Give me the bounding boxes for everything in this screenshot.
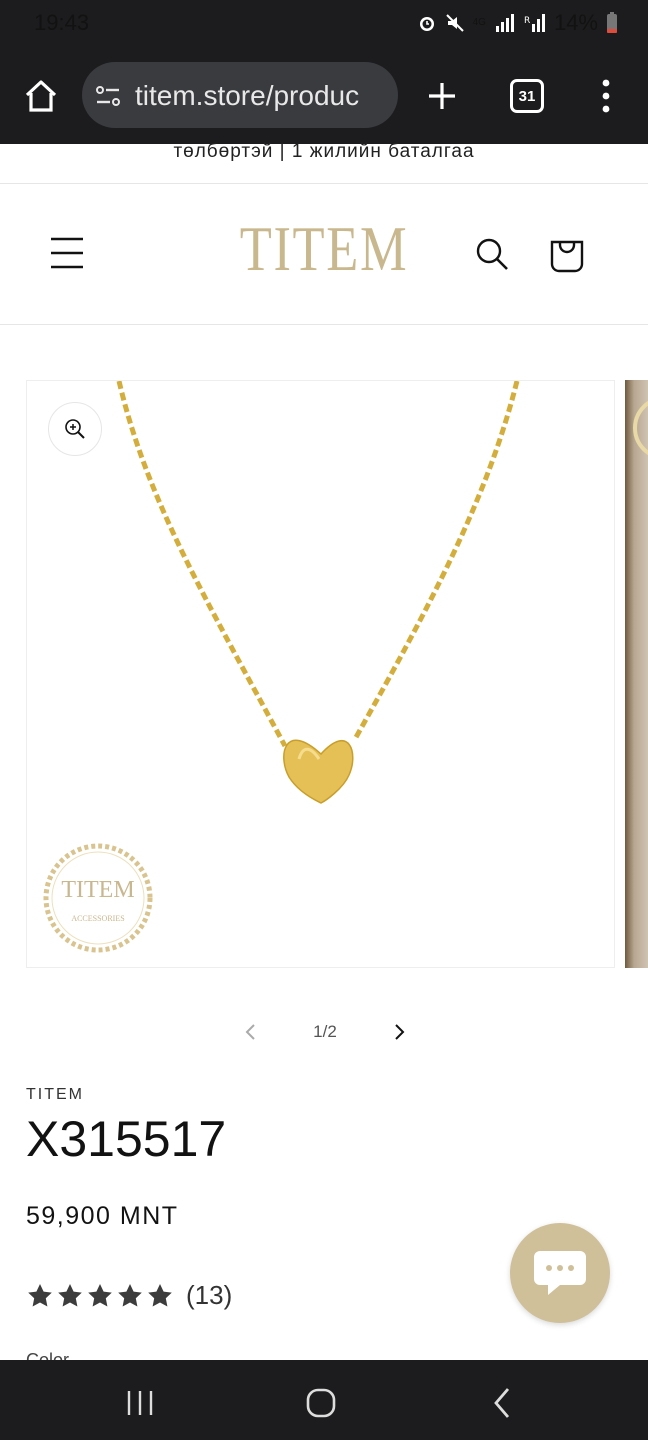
option-label: Color — [26, 1350, 70, 1360]
new-tab-button[interactable] — [424, 78, 460, 114]
recents-button[interactable] — [124, 1388, 156, 1418]
watermark-sub: ACCESSORIES — [71, 914, 124, 923]
announcement-text: төлбөртэй | 1 жилийн баталгаа — [173, 141, 475, 162]
watermark-brand: TITEM — [61, 877, 134, 903]
status-time: 19:43 — [34, 10, 90, 35]
previous-slide-button[interactable] — [230, 1023, 270, 1041]
signal-icon — [495, 14, 514, 32]
rating-stars-icon — [28, 1283, 172, 1306]
announcement-bar: төлбөртэй | 1 жилийн баталгаа — [0, 141, 648, 184]
rating-count: (13) — [186, 1280, 233, 1310]
signal-roaming-icon: R — [524, 14, 545, 32]
network-4g-icon: 4G — [472, 17, 486, 28]
back-chevron-icon — [494, 1388, 510, 1418]
browser-menu-button[interactable] — [596, 78, 616, 114]
product-title: X315517 — [26, 1111, 227, 1167]
tab-count: 31 — [518, 87, 536, 105]
next-slide-button[interactable] — [380, 1023, 420, 1041]
tab-switcher-button[interactable]: 31 — [510, 79, 544, 113]
svg-text:R: R — [524, 16, 530, 26]
announcement-divider — [0, 183, 648, 184]
necklace-image: TITEM ACCESSORIES — [43, 381, 520, 953]
next-image-watermark — [633, 400, 648, 456]
url-text[interactable]: titem.store/produc — [135, 80, 387, 112]
chevron-left-icon — [245, 1024, 255, 1040]
home-button[interactable] — [22, 78, 60, 114]
plus-icon — [429, 83, 455, 109]
recent-apps-icon — [127, 1391, 153, 1415]
home-circle-icon — [306, 1388, 336, 1418]
product-rating[interactable]: (13) — [26, 1280, 232, 1311]
next-image-preview[interactable] — [625, 380, 648, 968]
home-icon — [25, 80, 57, 112]
alarm-icon — [419, 17, 434, 31]
home-nav-button[interactable] — [304, 1386, 338, 1420]
search-icon — [476, 238, 508, 270]
mute-icon — [445, 14, 464, 32]
search-button[interactable] — [474, 236, 510, 272]
chat-bubble-icon — [534, 1251, 586, 1295]
back-nav-button[interactable] — [490, 1386, 516, 1420]
chevron-right-icon — [395, 1024, 405, 1040]
zoom-button[interactable] — [48, 402, 102, 456]
header-divider — [0, 324, 648, 325]
product-vendor: TITEM — [26, 1086, 84, 1103]
chat-button[interactable] — [510, 1223, 610, 1323]
cart-button[interactable] — [548, 234, 586, 274]
battery-icon — [607, 12, 617, 33]
status-icons: 4G R 14% — [417, 10, 618, 36]
slide-counter: 1/2 — [313, 1022, 337, 1041]
zoom-in-icon — [65, 419, 85, 439]
product-image[interactable]: TITEM ACCESSORIES — [26, 380, 615, 968]
more-vertical-icon — [602, 79, 610, 113]
cart-bag-icon — [550, 240, 584, 273]
site-settings-icon[interactable] — [94, 82, 122, 110]
product-price: 59,900 MNT — [26, 1202, 179, 1230]
slider-pager: 1/2 — [230, 1012, 420, 1052]
battery-percent: 14% — [553, 10, 598, 35]
